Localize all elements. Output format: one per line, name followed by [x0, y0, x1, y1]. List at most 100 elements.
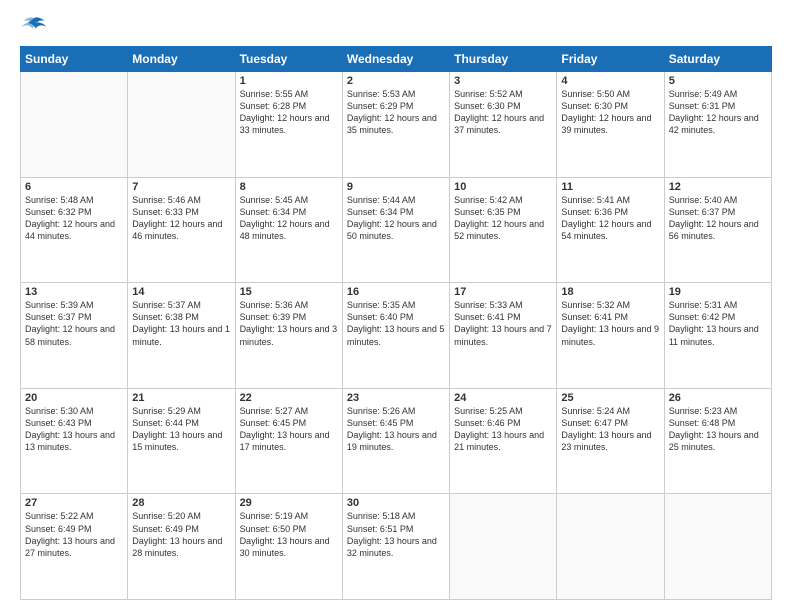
day-number: 11 [561, 181, 659, 193]
day-number: 2 [347, 75, 445, 87]
calendar-cell: 11Sunrise: 5:41 AM Sunset: 6:36 PM Dayli… [557, 177, 664, 283]
calendar-cell: 15Sunrise: 5:36 AM Sunset: 6:39 PM Dayli… [235, 283, 342, 389]
day-info: Sunrise: 5:48 AM Sunset: 6:32 PM Dayligh… [25, 194, 123, 243]
logo-bird-icon [22, 16, 46, 36]
calendar-cell: 14Sunrise: 5:37 AM Sunset: 6:38 PM Dayli… [128, 283, 235, 389]
day-info: Sunrise: 5:27 AM Sunset: 6:45 PM Dayligh… [240, 405, 338, 454]
day-info: Sunrise: 5:25 AM Sunset: 6:46 PM Dayligh… [454, 405, 552, 454]
calendar-cell: 19Sunrise: 5:31 AM Sunset: 6:42 PM Dayli… [664, 283, 771, 389]
calendar-header-row: SundayMondayTuesdayWednesdayThursdayFrid… [21, 47, 772, 72]
calendar-cell: 20Sunrise: 5:30 AM Sunset: 6:43 PM Dayli… [21, 388, 128, 494]
day-info: Sunrise: 5:55 AM Sunset: 6:28 PM Dayligh… [240, 88, 338, 137]
calendar-cell [128, 72, 235, 178]
day-info: Sunrise: 5:18 AM Sunset: 6:51 PM Dayligh… [347, 510, 445, 559]
day-info: Sunrise: 5:31 AM Sunset: 6:42 PM Dayligh… [669, 299, 767, 348]
day-number: 28 [132, 497, 230, 509]
day-number: 4 [561, 75, 659, 87]
calendar-cell: 5Sunrise: 5:49 AM Sunset: 6:31 PM Daylig… [664, 72, 771, 178]
day-info: Sunrise: 5:53 AM Sunset: 6:29 PM Dayligh… [347, 88, 445, 137]
day-number: 24 [454, 392, 552, 404]
day-info: Sunrise: 5:35 AM Sunset: 6:40 PM Dayligh… [347, 299, 445, 348]
day-number: 17 [454, 286, 552, 298]
calendar-cell: 3Sunrise: 5:52 AM Sunset: 6:30 PM Daylig… [450, 72, 557, 178]
calendar-cell: 22Sunrise: 5:27 AM Sunset: 6:45 PM Dayli… [235, 388, 342, 494]
calendar-cell: 9Sunrise: 5:44 AM Sunset: 6:34 PM Daylig… [342, 177, 449, 283]
day-number: 9 [347, 181, 445, 193]
day-info: Sunrise: 5:24 AM Sunset: 6:47 PM Dayligh… [561, 405, 659, 454]
day-info: Sunrise: 5:20 AM Sunset: 6:49 PM Dayligh… [132, 510, 230, 559]
calendar-cell: 23Sunrise: 5:26 AM Sunset: 6:45 PM Dayli… [342, 388, 449, 494]
calendar-table: SundayMondayTuesdayWednesdayThursdayFrid… [20, 46, 772, 600]
calendar-week-2: 6Sunrise: 5:48 AM Sunset: 6:32 PM Daylig… [21, 177, 772, 283]
calendar-cell: 18Sunrise: 5:32 AM Sunset: 6:41 PM Dayli… [557, 283, 664, 389]
day-info: Sunrise: 5:26 AM Sunset: 6:45 PM Dayligh… [347, 405, 445, 454]
day-info: Sunrise: 5:49 AM Sunset: 6:31 PM Dayligh… [669, 88, 767, 137]
day-info: Sunrise: 5:42 AM Sunset: 6:35 PM Dayligh… [454, 194, 552, 243]
day-number: 20 [25, 392, 123, 404]
calendar-cell: 24Sunrise: 5:25 AM Sunset: 6:46 PM Dayli… [450, 388, 557, 494]
day-number: 27 [25, 497, 123, 509]
calendar-cell [664, 494, 771, 600]
day-info: Sunrise: 5:19 AM Sunset: 6:50 PM Dayligh… [240, 510, 338, 559]
day-number: 3 [454, 75, 552, 87]
calendar-cell: 10Sunrise: 5:42 AM Sunset: 6:35 PM Dayli… [450, 177, 557, 283]
header [20, 18, 772, 38]
page: SundayMondayTuesdayWednesdayThursdayFrid… [0, 0, 792, 612]
calendar-week-3: 13Sunrise: 5:39 AM Sunset: 6:37 PM Dayli… [21, 283, 772, 389]
day-number: 22 [240, 392, 338, 404]
day-number: 15 [240, 286, 338, 298]
day-info: Sunrise: 5:22 AM Sunset: 6:49 PM Dayligh… [25, 510, 123, 559]
calendar-cell: 28Sunrise: 5:20 AM Sunset: 6:49 PM Dayli… [128, 494, 235, 600]
calendar-cell: 4Sunrise: 5:50 AM Sunset: 6:30 PM Daylig… [557, 72, 664, 178]
day-number: 16 [347, 286, 445, 298]
logo [20, 18, 46, 38]
day-number: 26 [669, 392, 767, 404]
day-number: 25 [561, 392, 659, 404]
calendar-cell: 17Sunrise: 5:33 AM Sunset: 6:41 PM Dayli… [450, 283, 557, 389]
day-number: 29 [240, 497, 338, 509]
weekday-header-monday: Monday [128, 47, 235, 72]
day-number: 7 [132, 181, 230, 193]
day-info: Sunrise: 5:32 AM Sunset: 6:41 PM Dayligh… [561, 299, 659, 348]
day-number: 18 [561, 286, 659, 298]
calendar-week-4: 20Sunrise: 5:30 AM Sunset: 6:43 PM Dayli… [21, 388, 772, 494]
weekday-header-friday: Friday [557, 47, 664, 72]
calendar-cell: 2Sunrise: 5:53 AM Sunset: 6:29 PM Daylig… [342, 72, 449, 178]
calendar-cell: 25Sunrise: 5:24 AM Sunset: 6:47 PM Dayli… [557, 388, 664, 494]
day-number: 5 [669, 75, 767, 87]
day-number: 6 [25, 181, 123, 193]
weekday-header-saturday: Saturday [664, 47, 771, 72]
calendar-cell: 7Sunrise: 5:46 AM Sunset: 6:33 PM Daylig… [128, 177, 235, 283]
day-info: Sunrise: 5:30 AM Sunset: 6:43 PM Dayligh… [25, 405, 123, 454]
calendar-cell: 16Sunrise: 5:35 AM Sunset: 6:40 PM Dayli… [342, 283, 449, 389]
day-info: Sunrise: 5:29 AM Sunset: 6:44 PM Dayligh… [132, 405, 230, 454]
day-info: Sunrise: 5:46 AM Sunset: 6:33 PM Dayligh… [132, 194, 230, 243]
day-number: 21 [132, 392, 230, 404]
day-info: Sunrise: 5:44 AM Sunset: 6:34 PM Dayligh… [347, 194, 445, 243]
day-number: 13 [25, 286, 123, 298]
day-number: 1 [240, 75, 338, 87]
day-info: Sunrise: 5:52 AM Sunset: 6:30 PM Dayligh… [454, 88, 552, 137]
calendar-cell [557, 494, 664, 600]
calendar-cell: 12Sunrise: 5:40 AM Sunset: 6:37 PM Dayli… [664, 177, 771, 283]
day-info: Sunrise: 5:23 AM Sunset: 6:48 PM Dayligh… [669, 405, 767, 454]
calendar-cell: 30Sunrise: 5:18 AM Sunset: 6:51 PM Dayli… [342, 494, 449, 600]
calendar-cell: 8Sunrise: 5:45 AM Sunset: 6:34 PM Daylig… [235, 177, 342, 283]
calendar-cell: 26Sunrise: 5:23 AM Sunset: 6:48 PM Dayli… [664, 388, 771, 494]
calendar-cell: 29Sunrise: 5:19 AM Sunset: 6:50 PM Dayli… [235, 494, 342, 600]
calendar-cell: 27Sunrise: 5:22 AM Sunset: 6:49 PM Dayli… [21, 494, 128, 600]
day-info: Sunrise: 5:50 AM Sunset: 6:30 PM Dayligh… [561, 88, 659, 137]
calendar-cell: 13Sunrise: 5:39 AM Sunset: 6:37 PM Dayli… [21, 283, 128, 389]
day-number: 19 [669, 286, 767, 298]
calendar-week-1: 1Sunrise: 5:55 AM Sunset: 6:28 PM Daylig… [21, 72, 772, 178]
day-info: Sunrise: 5:41 AM Sunset: 6:36 PM Dayligh… [561, 194, 659, 243]
calendar-cell: 1Sunrise: 5:55 AM Sunset: 6:28 PM Daylig… [235, 72, 342, 178]
calendar-cell: 6Sunrise: 5:48 AM Sunset: 6:32 PM Daylig… [21, 177, 128, 283]
day-info: Sunrise: 5:39 AM Sunset: 6:37 PM Dayligh… [25, 299, 123, 348]
weekday-header-sunday: Sunday [21, 47, 128, 72]
day-info: Sunrise: 5:36 AM Sunset: 6:39 PM Dayligh… [240, 299, 338, 348]
day-number: 8 [240, 181, 338, 193]
day-number: 14 [132, 286, 230, 298]
day-info: Sunrise: 5:45 AM Sunset: 6:34 PM Dayligh… [240, 194, 338, 243]
weekday-header-wednesday: Wednesday [342, 47, 449, 72]
